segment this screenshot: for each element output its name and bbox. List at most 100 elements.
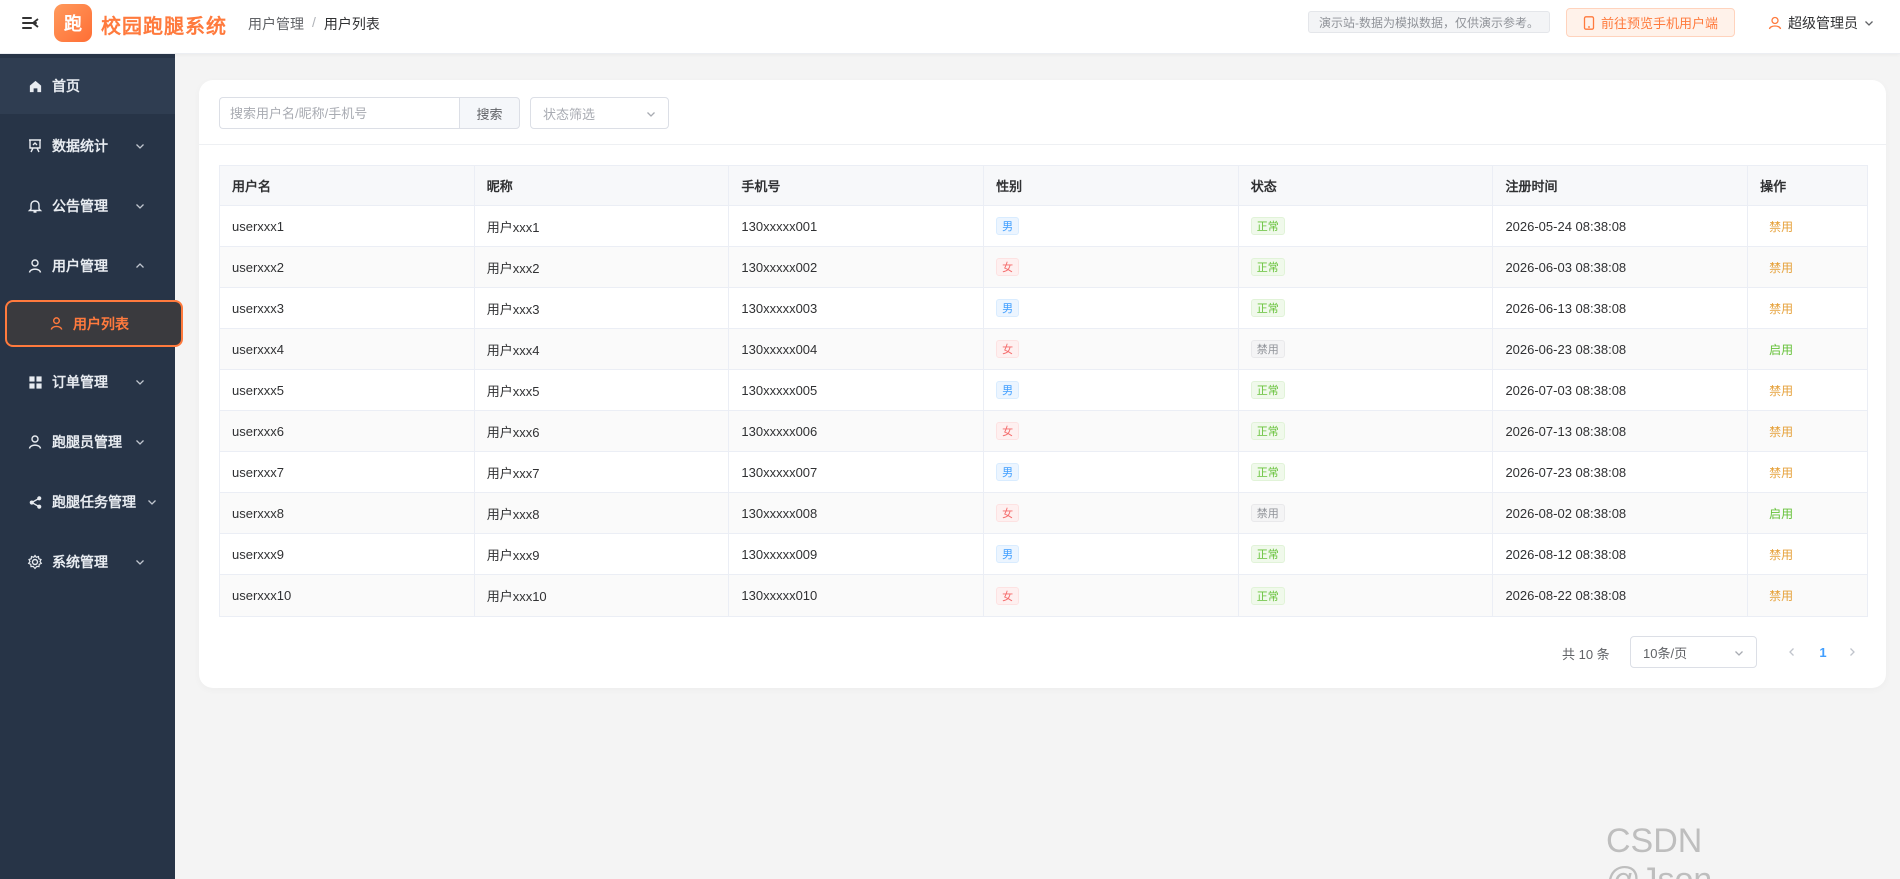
user-name: 超级管理员	[1788, 15, 1858, 31]
sidebar-item-label: 用户管理	[52, 258, 108, 274]
search-button[interactable]: 搜索	[459, 97, 520, 129]
sidebar-item-data-stats[interactable]: 数据统计	[0, 118, 175, 174]
cell-actions: 禁用	[1748, 370, 1867, 410]
sidebar-item-order-management[interactable]: 订单管理	[0, 354, 175, 410]
column-header-status: 状态	[1239, 166, 1494, 205]
toggle-status-button[interactable]: 禁用	[1769, 218, 1793, 235]
cell-phone: 130xxxxx010	[729, 575, 985, 616]
cell-registered: 2026-08-02 08:38:08	[1493, 493, 1749, 533]
table-body: userxxx1 用户xxx1 130xxxxx001 男正常 2026-05-24 0…	[220, 206, 1867, 616]
prev-page-button[interactable]	[1782, 640, 1802, 664]
cell-actions: 禁用	[1748, 411, 1867, 451]
sidebar-item-label: 首页	[52, 78, 80, 94]
sidebar-item-task-management[interactable]: 跑腿任务管理	[0, 474, 175, 530]
user-menu[interactable]: 超级管理员	[1768, 13, 1874, 33]
cell-status: 正常	[1239, 206, 1494, 246]
cell-registered: 2026-06-03 08:38:08	[1493, 247, 1749, 287]
sidebar-item-user-management[interactable]: 用户管理	[0, 238, 175, 294]
column-header-username: 用户名	[220, 166, 475, 205]
page-number[interactable]: 1	[1813, 640, 1833, 664]
status-badge: 正常	[1250, 545, 1285, 563]
cell-actions: 禁用	[1748, 206, 1867, 246]
chevron-down-icon	[136, 380, 144, 385]
chevron-down-icon	[136, 144, 144, 149]
breadcrumb-item-user-management[interactable]: 用户管理	[248, 14, 304, 34]
cell-username: userxxx6	[220, 411, 475, 451]
sidebar-item-label: 订单管理	[52, 374, 108, 390]
toggle-status-button[interactable]: 禁用	[1769, 587, 1793, 604]
gender-tag: 女	[996, 422, 1020, 440]
cell-registered: 2026-05-24 08:38:08	[1493, 206, 1749, 246]
chevron-up-icon	[136, 263, 144, 268]
cell-nickname: 用户xxx5	[475, 370, 730, 410]
cell-phone: 130xxxxx008	[729, 493, 985, 533]
cell-registered: 2026-07-23 08:38:08	[1493, 452, 1749, 492]
chevron-down-icon	[1865, 21, 1873, 26]
table-row: userxxx3 用户xxx3 130xxxxx003 男 正常 2026-06-13 0…	[220, 288, 1867, 329]
preview-mobile-label: 前往预览手机用户端	[1600, 16, 1718, 31]
table-row: userxxx1 用户xxx1 130xxxxx001 男 正常 2026-05-24 0…	[220, 206, 1867, 247]
cell-status: 正常	[1239, 247, 1494, 287]
search-input[interactable]	[219, 97, 459, 129]
cell-nickname: 用户xxx1	[475, 206, 730, 246]
cell-status: 正常	[1239, 411, 1494, 451]
status-badge: 正常	[1250, 422, 1285, 440]
column-header-registered: 注册时间	[1493, 166, 1749, 205]
status-filter-select[interactable]: 状态筛选	[530, 97, 669, 129]
cell-username: userxxx9	[220, 534, 475, 574]
column-header-nickname: 昵称	[475, 166, 730, 205]
user-icon	[27, 434, 43, 450]
sidebar-item-label: 跑腿员管理	[52, 434, 122, 450]
sidebar-item-runner-management[interactable]: 跑腿员管理	[0, 414, 175, 470]
cell-nickname: 用户xxx3	[475, 288, 730, 328]
cell-username: userxxx1	[220, 206, 475, 246]
home-icon	[27, 78, 43, 94]
toggle-status-button[interactable]: 禁用	[1769, 546, 1793, 563]
table-row: userxxx6 用户xxx6 130xxxxx006 女 正常 2026-07-13 0…	[220, 411, 1867, 452]
cell-phone: 130xxxxx004	[729, 329, 985, 369]
cell-gender: 女	[984, 411, 1239, 451]
toggle-status-button[interactable]: 禁用	[1769, 382, 1793, 399]
sidebar-item-announcements[interactable]: 公告管理	[0, 178, 175, 234]
sidebar-item-home[interactable]: 首页	[0, 58, 175, 114]
sidebar-item-label: 跑腿任务管理	[52, 494, 136, 510]
cell-username: userxxx5	[220, 370, 475, 410]
gender-tag: 男	[996, 463, 1020, 481]
cell-registered: 2026-07-13 08:38:08	[1493, 411, 1749, 451]
gender-tag: 男	[996, 217, 1020, 235]
user-icon	[49, 316, 64, 334]
sidebar-item-system-settings[interactable]: 系统管理	[0, 534, 175, 590]
toggle-status-button[interactable]: 启用	[1769, 341, 1793, 358]
column-header-gender: 性别	[984, 166, 1239, 205]
toggle-status-button[interactable]: 禁用	[1769, 423, 1793, 440]
gender-tag: 男	[996, 381, 1020, 399]
chevron-down-icon	[647, 112, 655, 117]
status-badge: 正常	[1250, 586, 1285, 605]
top-header: 跑 校园跑腿系统 用户管理 / 用户列表 演示站-数据为模拟数据，仅供演示参考。…	[0, 0, 1900, 54]
preview-mobile-button[interactable]: 前往预览手机用户端	[1566, 8, 1735, 37]
status-badge: 正常	[1250, 217, 1285, 235]
cell-registered: 2026-08-12 08:38:08	[1493, 534, 1749, 574]
toggle-status-button[interactable]: 启用	[1769, 505, 1793, 522]
status-badge: 正常	[1250, 463, 1285, 481]
cell-nickname: 用户xxx2	[475, 247, 730, 287]
chevron-down-icon	[1735, 651, 1743, 656]
toggle-status-button[interactable]: 禁用	[1769, 300, 1793, 317]
cell-nickname: 用户xxx8	[475, 493, 730, 533]
table-header: 用户名 昵称 手机号 性别 状态 注册时间 操作	[220, 166, 1867, 206]
cell-status: 正常	[1239, 288, 1494, 328]
next-page-button[interactable]	[1842, 640, 1862, 664]
breadcrumb: 用户管理 / 用户列表	[248, 14, 380, 34]
cell-nickname: 用户xxx7	[475, 452, 730, 492]
cell-phone: 130xxxxx003	[729, 288, 985, 328]
sidebar-subitem-user-list[interactable]: 用户列表	[5, 300, 183, 347]
toggle-status-button[interactable]: 禁用	[1769, 464, 1793, 481]
gender-tag: 男	[996, 299, 1020, 317]
gender-tag: 男	[996, 545, 1020, 563]
page-size-select[interactable]: 10条/页	[1630, 636, 1757, 668]
cell-phone: 130xxxxx007	[729, 452, 985, 492]
cell-status: 正常	[1239, 575, 1494, 616]
cell-username: userxxx2	[220, 247, 475, 287]
menu-toggle-icon[interactable]	[20, 13, 40, 33]
toggle-status-button[interactable]: 禁用	[1769, 259, 1793, 276]
